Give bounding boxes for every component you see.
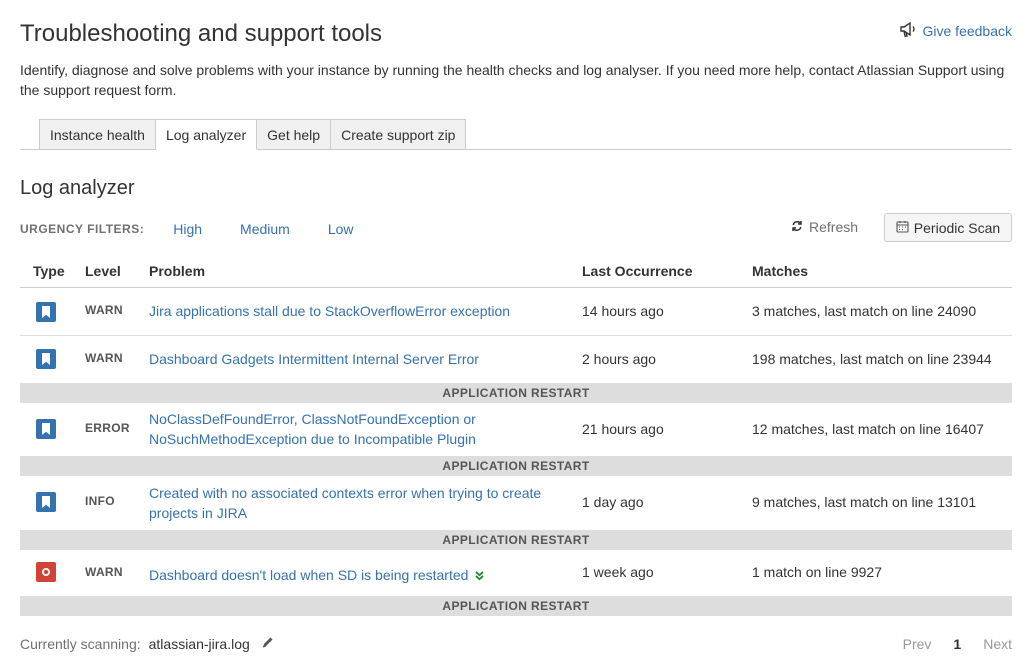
- calendar-icon: [896, 220, 909, 236]
- tab-log-analyzer[interactable]: Log analyzer: [155, 119, 258, 150]
- filter-high[interactable]: High: [173, 221, 202, 237]
- problem-link[interactable]: Jira applications stall due to StackOver…: [149, 301, 559, 321]
- scanning-file: atlassian-jira.log: [148, 636, 250, 652]
- last-occurrence: 14 hours ago: [582, 303, 664, 319]
- application-restart-divider: APPLICATION RESTART: [20, 457, 1012, 476]
- bookmark-icon: [36, 302, 56, 322]
- table-row: WARN Dashboard Gadgets Intermittent Inte…: [20, 336, 1012, 384]
- last-occurrence: 1 week ago: [582, 564, 654, 580]
- give-feedback-link[interactable]: Give feedback: [899, 20, 1013, 41]
- col-level[interactable]: Level: [85, 263, 121, 279]
- pager-prev[interactable]: Prev: [903, 636, 932, 652]
- problem-link[interactable]: Dashboard Gadgets Intermittent Internal …: [149, 349, 559, 369]
- level-label: WARN: [85, 565, 123, 579]
- intro-text: Identify, diagnose and solve problems wi…: [20, 62, 1005, 98]
- filter-medium[interactable]: Medium: [240, 221, 290, 237]
- pagination: Prev 1 Next: [903, 636, 1012, 652]
- bookmark-icon: [36, 492, 56, 512]
- bookmark-icon: [36, 419, 56, 439]
- page-title: Troubleshooting and support tools: [20, 20, 383, 47]
- table-header: Type Level Problem Last Occurrence Match…: [20, 256, 1012, 288]
- last-occurrence: 1 day ago: [582, 494, 644, 510]
- filter-low[interactable]: Low: [328, 221, 354, 237]
- tab-get-help[interactable]: Get help: [257, 119, 332, 150]
- pager-current-page[interactable]: 1: [953, 636, 961, 652]
- application-restart-divider: APPLICATION RESTART: [20, 597, 1012, 616]
- currently-scanning: Currently scanning: atlassian-jira.log: [20, 636, 274, 652]
- tab-instance-health[interactable]: Instance health: [39, 119, 156, 150]
- level-label: WARN: [85, 303, 123, 317]
- problem-link[interactable]: NoClassDefFoundError, ClassNotFoundExcep…: [149, 409, 529, 449]
- tab-bar: Instance health Log analyzer Get help Cr…: [20, 119, 1012, 150]
- matches-text: 3 matches, last match on line 24090: [752, 303, 977, 319]
- last-occurrence: 21 hours ago: [582, 421, 664, 437]
- urgency-filters-label: URGENCY FILTERS:: [20, 222, 145, 236]
- application-restart-divider: APPLICATION RESTART: [20, 384, 1012, 403]
- double-chevron-down-icon[interactable]: [474, 570, 485, 581]
- log-table: Type Level Problem Last Occurrence Match…: [20, 256, 1012, 616]
- level-label: ERROR: [85, 421, 130, 435]
- periodic-scan-button[interactable]: Periodic Scan: [884, 213, 1012, 242]
- matches-text: 1 match on line 9927: [752, 564, 882, 580]
- section-title: Log analyzer: [20, 177, 135, 199]
- record-icon: [36, 562, 56, 582]
- matches-text: 12 matches, last match on line 16407: [752, 421, 984, 437]
- table-row: INFO Created with no associated contexts…: [20, 476, 1012, 531]
- refresh-icon: [791, 219, 803, 235]
- pencil-icon[interactable]: [258, 636, 274, 652]
- table-row: ERROR NoClassDefFoundError, ClassNotFoun…: [20, 403, 1012, 457]
- table-row: WARN Dashboard doesn't load when SD is b…: [20, 550, 1012, 597]
- bookmark-icon: [36, 349, 56, 369]
- refresh-button[interactable]: Refresh: [791, 219, 858, 235]
- table-row: WARN Jira applications stall due to Stac…: [20, 288, 1012, 336]
- level-label: WARN: [85, 351, 123, 365]
- periodic-scan-label: Periodic Scan: [913, 219, 1001, 236]
- urgency-filters: URGENCY FILTERS: High Medium Low: [20, 220, 392, 238]
- col-last-occurrence[interactable]: Last Occurrence: [582, 263, 693, 279]
- scanning-label: Currently scanning:: [20, 636, 141, 652]
- tab-create-support-zip[interactable]: Create support zip: [331, 119, 467, 150]
- last-occurrence: 2 hours ago: [582, 351, 656, 367]
- problem-link[interactable]: Created with no associated contexts erro…: [149, 483, 554, 523]
- matches-text: 9 matches, last match on line 13101: [752, 494, 977, 510]
- col-matches[interactable]: Matches: [752, 263, 808, 279]
- pager-next[interactable]: Next: [983, 636, 1012, 652]
- megaphone-icon: [899, 20, 917, 41]
- refresh-label: Refresh: [809, 219, 859, 235]
- problem-link[interactable]: Dashboard doesn't load when SD is being …: [149, 565, 559, 585]
- matches-text: 198 matches, last match on line 23944: [752, 351, 992, 367]
- application-restart-divider: APPLICATION RESTART: [20, 531, 1012, 550]
- col-type[interactable]: Type: [33, 263, 65, 279]
- col-problem[interactable]: Problem: [149, 263, 205, 279]
- problem-text: Dashboard doesn't load when SD is being …: [149, 567, 469, 583]
- level-label: INFO: [85, 494, 115, 508]
- give-feedback-label: Give feedback: [922, 22, 1013, 39]
